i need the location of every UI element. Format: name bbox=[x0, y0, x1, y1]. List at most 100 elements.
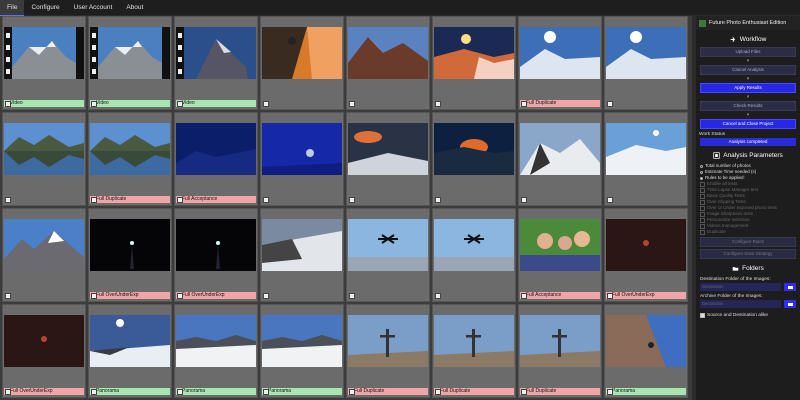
photo-select-checkbox[interactable] bbox=[263, 197, 269, 203]
photo-cell[interactable] bbox=[346, 208, 430, 302]
photo-thumbnail[interactable] bbox=[606, 315, 686, 367]
upload-files-button[interactable]: Upload Files bbox=[700, 47, 796, 57]
photo-select-checkbox[interactable] bbox=[607, 197, 613, 203]
photo-cell[interactable] bbox=[518, 112, 602, 206]
photo-cell[interactable]: Full Acceptance bbox=[518, 208, 602, 302]
photo-cell[interactable] bbox=[604, 112, 688, 206]
checkbox[interactable] bbox=[700, 199, 705, 205]
photo-cell[interactable]: Full Duplicate bbox=[518, 304, 602, 398]
analysis-option[interactable]: Duplicate bbox=[700, 229, 796, 235]
photo-cell[interactable]: Full Duplicate bbox=[518, 16, 602, 110]
menu-about[interactable]: About bbox=[119, 0, 150, 15]
photo-thumbnail[interactable] bbox=[606, 219, 686, 271]
photo-select-checkbox[interactable] bbox=[91, 389, 97, 395]
photo-select-checkbox[interactable] bbox=[521, 389, 527, 395]
photo-thumbnail[interactable] bbox=[262, 27, 342, 79]
photo-thumbnail[interactable] bbox=[262, 315, 342, 367]
menu-configure[interactable]: Configure bbox=[24, 0, 66, 15]
photo-select-checkbox[interactable] bbox=[263, 293, 269, 299]
photo-select-checkbox[interactable] bbox=[607, 101, 613, 107]
photo-select-checkbox[interactable] bbox=[177, 389, 183, 395]
photo-thumbnail[interactable] bbox=[434, 219, 514, 271]
apply-results-button[interactable]: Apply Results bbox=[700, 83, 796, 93]
browse-archive-button[interactable] bbox=[784, 300, 796, 308]
photo-thumbnail[interactable] bbox=[90, 219, 170, 271]
photo-select-checkbox[interactable] bbox=[177, 101, 183, 107]
photo-select-checkbox[interactable] bbox=[263, 389, 269, 395]
photo-select-checkbox[interactable] bbox=[349, 293, 355, 299]
photo-cell[interactable]: Video bbox=[88, 16, 172, 110]
photo-select-checkbox[interactable] bbox=[177, 293, 183, 299]
photo-select-checkbox[interactable] bbox=[435, 101, 441, 107]
photo-cell[interactable]: Panorama bbox=[604, 304, 688, 398]
photo-thumbnail[interactable] bbox=[348, 219, 428, 271]
checkbox[interactable] bbox=[700, 181, 705, 187]
photo-select-checkbox[interactable] bbox=[435, 197, 441, 203]
configure-save-strategy-button[interactable]: Configure Save Strategy bbox=[700, 249, 796, 259]
photo-cell[interactable]: Full Acceptance bbox=[174, 112, 258, 206]
cancel-analysis-button[interactable]: Cancel Analysis bbox=[700, 65, 796, 75]
photo-select-checkbox[interactable] bbox=[5, 197, 11, 203]
photo-cell[interactable] bbox=[604, 16, 688, 110]
checkbox[interactable] bbox=[700, 229, 705, 235]
photo-select-checkbox[interactable] bbox=[607, 389, 613, 395]
browse-destination-button[interactable] bbox=[784, 283, 796, 291]
photo-cell[interactable] bbox=[260, 208, 344, 302]
photo-select-checkbox[interactable] bbox=[521, 293, 527, 299]
checkbox[interactable] bbox=[700, 217, 705, 223]
photo-cell[interactable] bbox=[2, 208, 86, 302]
photo-thumbnail[interactable] bbox=[90, 27, 170, 79]
photo-cell[interactable] bbox=[260, 16, 344, 110]
photo-cell[interactable] bbox=[432, 112, 516, 206]
photo-thumbnail[interactable] bbox=[262, 123, 342, 175]
photo-select-checkbox[interactable] bbox=[5, 101, 11, 107]
photo-select-checkbox[interactable] bbox=[5, 293, 11, 299]
photo-cell[interactable]: Full OverUnderExp bbox=[604, 208, 688, 302]
photo-select-checkbox[interactable] bbox=[349, 197, 355, 203]
cancel-close-project-button[interactable]: Cancel and Close Project bbox=[700, 119, 796, 129]
photo-cell[interactable] bbox=[260, 112, 344, 206]
photo-thumbnail[interactable] bbox=[520, 123, 600, 175]
photo-cell[interactable]: Video bbox=[174, 16, 258, 110]
photo-cell[interactable]: Video bbox=[2, 16, 86, 110]
menu-user-account[interactable]: User Account bbox=[67, 0, 120, 15]
photo-cell[interactable]: Full Duplicate bbox=[346, 304, 430, 398]
photo-thumbnail[interactable] bbox=[348, 315, 428, 367]
photo-cell[interactable]: Full OverUnderExp bbox=[88, 208, 172, 302]
photo-cell[interactable] bbox=[432, 208, 516, 302]
photo-thumbnail[interactable] bbox=[520, 219, 600, 271]
photo-select-checkbox[interactable] bbox=[349, 389, 355, 395]
photo-cell[interactable] bbox=[432, 16, 516, 110]
checkbox[interactable] bbox=[700, 187, 705, 193]
menu-file[interactable]: File bbox=[0, 0, 25, 16]
photo-select-checkbox[interactable] bbox=[91, 101, 97, 107]
photo-thumbnail[interactable] bbox=[434, 123, 514, 175]
photo-cell[interactable]: Full OverUnderExp bbox=[2, 304, 86, 398]
photo-thumbnail[interactable] bbox=[348, 123, 428, 175]
photo-thumbnail[interactable] bbox=[520, 27, 600, 79]
checkbox[interactable] bbox=[700, 205, 705, 211]
checkbox[interactable] bbox=[700, 193, 705, 199]
checkbox[interactable] bbox=[700, 211, 705, 217]
photo-select-checkbox[interactable] bbox=[349, 101, 355, 107]
radio-button[interactable] bbox=[700, 164, 703, 168]
photo-select-checkbox[interactable] bbox=[91, 197, 97, 203]
photo-select-checkbox[interactable] bbox=[607, 293, 613, 299]
configure-rules-button[interactable]: Configure Rules bbox=[700, 237, 796, 247]
photo-select-checkbox[interactable] bbox=[5, 389, 11, 395]
photo-select-checkbox[interactable] bbox=[91, 293, 97, 299]
photo-select-checkbox[interactable] bbox=[521, 197, 527, 203]
photo-thumbnail[interactable] bbox=[4, 123, 84, 175]
photo-thumbnail[interactable] bbox=[176, 123, 256, 175]
archive-folder-input[interactable]: Destination bbox=[700, 300, 781, 308]
photo-select-checkbox[interactable] bbox=[521, 101, 527, 107]
photo-cell[interactable] bbox=[2, 112, 86, 206]
photo-select-checkbox[interactable] bbox=[177, 197, 183, 203]
same-folder-checkbox[interactable] bbox=[700, 313, 705, 318]
same-folder-checkbox-row[interactable]: Source and Destination alike bbox=[700, 313, 796, 318]
radio-button[interactable] bbox=[700, 176, 703, 180]
photo-select-checkbox[interactable] bbox=[435, 293, 441, 299]
photo-select-checkbox[interactable] bbox=[435, 389, 441, 395]
photo-cell[interactable]: Full Duplicate bbox=[432, 304, 516, 398]
destination-folder-input[interactable]: Destination bbox=[700, 283, 781, 291]
